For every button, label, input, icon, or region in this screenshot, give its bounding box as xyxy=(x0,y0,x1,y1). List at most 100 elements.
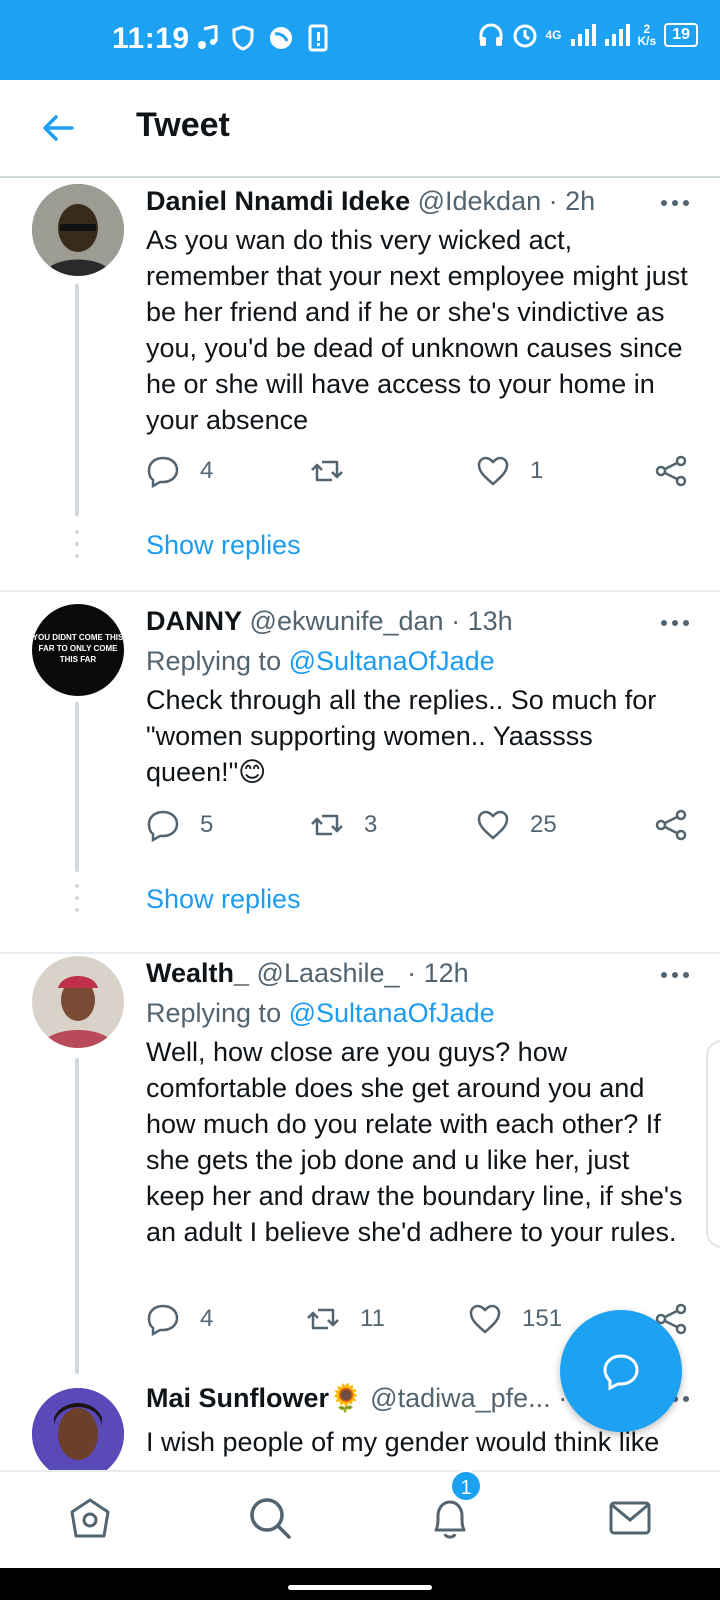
more-options-icon[interactable] xyxy=(660,198,690,208)
svg-text:FAR TO ONLY COME: FAR TO ONLY COME xyxy=(39,644,119,653)
avatar-portrait-icon xyxy=(32,956,124,1048)
music-note-icon xyxy=(198,25,218,49)
share-icon xyxy=(655,455,687,487)
author-handle[interactable]: @tadiwa_pfe... xyxy=(370,1383,551,1413)
tweet-header: DANNY @ekwunife_dan · 13h xyxy=(146,606,680,637)
replying-to-label: Replying to xyxy=(146,998,282,1028)
retweet-icon xyxy=(311,814,343,836)
like-button[interactable]: 25 xyxy=(476,808,557,842)
svg-text:YOU DIDNT COME THIS: YOU DIDNT COME THIS xyxy=(33,633,124,642)
tweet-text: Check through all the replies.. So much … xyxy=(146,685,657,787)
author-handle[interactable]: @Laashile_ xyxy=(257,958,400,988)
app-header: Tweet xyxy=(0,80,720,178)
signal-icon xyxy=(570,24,596,46)
share-button[interactable] xyxy=(654,454,688,488)
reply-count: 4 xyxy=(200,1305,214,1332)
reply-button[interactable]: 4 xyxy=(146,454,213,488)
app-notification-icon xyxy=(270,27,292,49)
reply-button[interactable]: 4 xyxy=(146,1302,213,1336)
compose-reply-button[interactable] xyxy=(560,1310,682,1432)
author-name[interactable]: Mai Sunflower🌻 xyxy=(146,1383,363,1413)
tweet-actions: 5 3 25 xyxy=(146,808,694,848)
author-name[interactable]: Wealth_ xyxy=(146,958,249,988)
more-options-icon[interactable] xyxy=(660,618,690,628)
author-handle[interactable]: @ekwunife_dan xyxy=(250,606,444,636)
avatar[interactable] xyxy=(32,184,124,276)
retweet-button[interactable] xyxy=(310,454,364,488)
share-button[interactable] xyxy=(654,808,688,842)
tweet-text: As you wan do this very wicked act, reme… xyxy=(146,225,688,435)
reply-count: 4 xyxy=(200,457,214,484)
reply-button[interactable]: 5 xyxy=(146,808,213,842)
avatar[interactable]: YOU DIDNT COME THIS FAR TO ONLY COME THI… xyxy=(32,604,124,696)
tweet-item[interactable]: YOU DIDNT COME THIS FAR TO ONLY COME THI… xyxy=(0,592,720,938)
thread-dots xyxy=(75,884,79,920)
like-count: 25 xyxy=(530,811,557,838)
network-type: 4G xyxy=(545,28,562,42)
avatar[interactable] xyxy=(32,1388,124,1470)
home-gesture-bar[interactable] xyxy=(288,1585,432,1590)
author-name[interactable]: DANNY xyxy=(146,606,242,636)
retweet-count: 11 xyxy=(360,1305,385,1332)
show-replies-link[interactable]: Show replies xyxy=(146,884,301,915)
author-name[interactable]: Daniel Nnamdi Ideke xyxy=(146,186,410,216)
thread-dots xyxy=(75,530,79,566)
show-replies-link[interactable]: Show replies xyxy=(146,530,301,561)
retweet-icon xyxy=(311,460,343,482)
thread-line xyxy=(75,284,79,516)
avatar[interactable] xyxy=(32,956,124,1048)
reply-icon xyxy=(147,1304,179,1336)
svg-text:THIS FAR: THIS FAR xyxy=(60,655,97,664)
avatar-portrait-icon xyxy=(32,1388,124,1470)
page-title: Tweet xyxy=(136,106,230,144)
tweet-text: Well, how close are you guys? how comfor… xyxy=(146,1037,683,1247)
mention-link[interactable]: @SultanaOfJade xyxy=(289,998,495,1028)
tweet-time: · 12h xyxy=(407,958,469,988)
search-icon[interactable] xyxy=(246,1494,294,1542)
reply-icon xyxy=(147,456,179,488)
reply-feed: Daniel Nnamdi Ideke @Idekdan · 2h As you… xyxy=(0,178,720,1470)
retweet-button[interactable]: 11 xyxy=(306,1302,385,1336)
bottom-navigation: 1 xyxy=(0,1470,720,1568)
headphones-icon xyxy=(479,23,502,46)
avatar-text-image: YOU DIDNT COME THIS FAR TO ONLY COME THI… xyxy=(33,633,124,664)
mention-link[interactable]: @SultanaOfJade xyxy=(289,646,495,676)
back-arrow-icon[interactable] xyxy=(38,108,78,148)
tweet-actions: 4 1 xyxy=(146,454,694,494)
retweet-icon xyxy=(307,1308,339,1330)
reply-icon xyxy=(147,810,179,842)
replying-to: Replying to @SultanaOfJade xyxy=(146,646,495,677)
tweet-item[interactable]: Daniel Nnamdi Ideke @Idekdan · 2h As you… xyxy=(0,178,720,578)
like-button[interactable]: 1 xyxy=(476,454,543,488)
like-count: 1 xyxy=(530,457,544,484)
network-speed: 2 K/s xyxy=(637,22,657,48)
shield-icon xyxy=(232,25,254,51)
tweet-header: Daniel Nnamdi Ideke @Idekdan · 2h xyxy=(146,186,680,217)
more-options-icon[interactable] xyxy=(660,970,690,980)
compose-reply-icon xyxy=(603,1354,639,1391)
thread-line xyxy=(75,702,79,872)
replying-to: Replying to @SultanaOfJade xyxy=(146,998,495,1029)
retweet-button[interactable]: 3 xyxy=(310,808,377,842)
like-count: 151 xyxy=(522,1305,563,1332)
tweet-header: Wealth_ @Laashile_ · 12h xyxy=(146,958,680,989)
home-icon[interactable] xyxy=(66,1494,114,1542)
thread-line xyxy=(75,1058,79,1374)
phone-alert-icon xyxy=(308,24,328,52)
edge-panel-handle[interactable] xyxy=(706,1040,720,1248)
author-handle[interactable]: @Idekdan xyxy=(418,186,542,216)
heart-icon xyxy=(477,810,509,840)
system-navigation-bar xyxy=(0,1568,720,1600)
messages-envelope-icon[interactable] xyxy=(606,1494,654,1542)
avatar-portrait-icon xyxy=(32,184,124,276)
status-bar: 11:19 4G 2 K/s 19 xyxy=(0,0,720,80)
signal-icon-2 xyxy=(604,24,630,46)
like-button[interactable]: 151 xyxy=(468,1302,562,1336)
status-time: 11:19 xyxy=(112,22,190,55)
retweet-count: 3 xyxy=(364,811,378,838)
heart-icon xyxy=(469,1304,501,1334)
reply-count: 5 xyxy=(200,811,214,838)
tweet-time: · 13h xyxy=(451,606,513,636)
share-icon xyxy=(655,809,687,841)
battery-indicator: 19 xyxy=(664,23,698,47)
